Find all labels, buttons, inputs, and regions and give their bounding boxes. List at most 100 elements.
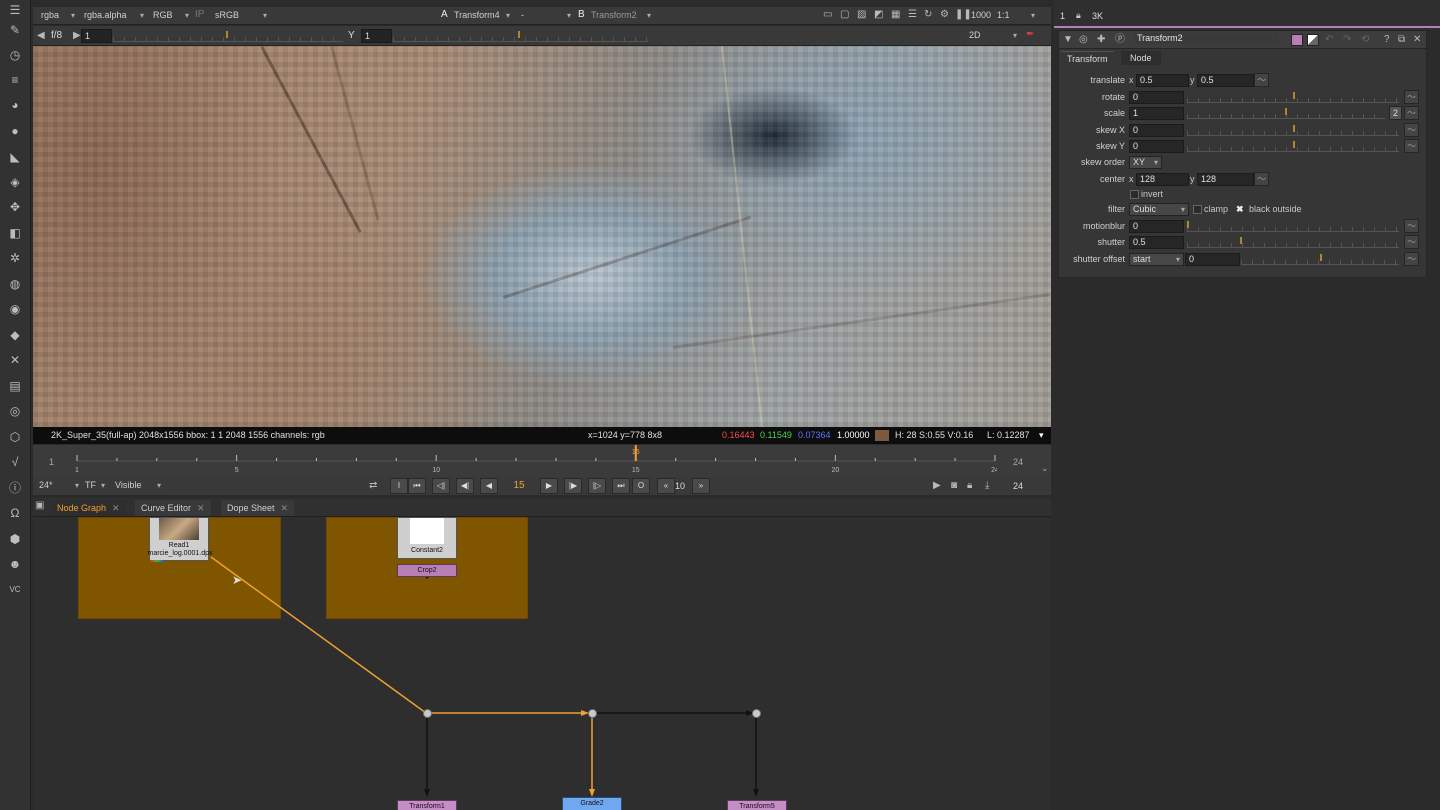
mask-icon[interactable]: ☻ [7,556,23,572]
gain-input[interactable]: 1 [81,29,112,43]
timeline-start[interactable]: 1 [49,457,54,467]
color-picker-icon[interactable]: ✒ [1026,29,1034,41]
time-icon[interactable]: ◷ [7,47,23,63]
compare-op-dropdown[interactable]: - [517,9,573,22]
scale-input[interactable]: 1 [1129,107,1184,120]
settings-icon[interactable]: ⚙ [940,9,949,21]
channels-dropdown[interactable]: rgba [37,9,77,22]
next-frame-button[interactable]: |▶ [564,478,582,494]
crop2-node[interactable]: Crop2 [397,564,457,577]
motionblur-slider[interactable] [1187,218,1399,232]
motionblur-curve-icon[interactable]: 〜 [1404,219,1419,233]
node-name-input[interactable]: Transform2 [1134,33,1279,44]
timeline-menu-icon[interactable]: ⌄ [1041,463,1049,474]
node-graph-canvas[interactable]: Read1 marcie_log.0001.dpx Constant2 Crop… [33,517,1051,810]
skew-x-curve-icon[interactable]: 〜 [1404,123,1419,137]
shutter-offset-input[interactable]: 0 [1185,253,1240,266]
info-dropdown-icon[interactable]: ▾ [1039,427,1044,444]
translate-x-input[interactable]: 0.5 [1136,74,1189,87]
center-curve-icon[interactable]: 〜 [1254,172,1269,186]
lock-icon[interactable]: 🔒︎ [967,480,972,492]
scale-slider[interactable] [1187,105,1385,119]
help-icon[interactable]: ? [1384,34,1390,46]
fstop-prev-icon[interactable]: ◀ [37,30,45,42]
zoom-dropdown[interactable]: 1:1 [993,9,1037,22]
prev-keyframe-button[interactable]: ◁| [432,478,450,494]
redo-icon[interactable]: ↷ [1343,34,1351,46]
vc-icon[interactable]: VC [7,582,23,598]
furnace-icon[interactable]: ◎ [7,403,23,419]
gamma-slider[interactable] [393,28,648,42]
step-back-button[interactable]: « [657,478,675,494]
info-icon[interactable]: ⓘ [7,480,23,496]
transform-icon[interactable]: ✥ [7,199,23,215]
lut-icon[interactable]: ☰ [908,9,917,21]
shutter-offset-dropdown[interactable]: start [1129,253,1184,266]
3d-icon[interactable]: ◧ [7,225,23,241]
shutter-offset-curve-icon[interactable]: 〜 [1404,252,1419,266]
colorspace-dropdown[interactable]: sRGB [211,9,269,22]
tab-dope-sheet[interactable]: Dope Sheet ✕ [221,500,295,516]
hex-icon[interactable]: ⬢ [7,531,23,547]
next-keyframe-button[interactable]: |▷ [588,478,606,494]
color-icon[interactable]: ◕ [7,97,23,113]
grade2-node[interactable]: Grade2 [562,797,622,810]
guides-icon[interactable]: ▦ [891,9,900,21]
current-frame-input[interactable]: 15 [505,478,533,493]
alpha-dropdown[interactable]: rgba.alpha [80,9,146,22]
constant2-node[interactable]: Constant2 [397,517,457,559]
translate-y-input[interactable]: 0.5 [1197,74,1254,87]
scale-split-button[interactable]: 2 [1389,106,1402,120]
float-icon[interactable]: ⧉ [1398,34,1405,46]
last-frame-button[interactable]: ⏭ [612,478,630,494]
fps-dropdown[interactable]: 24* [35,479,81,492]
toolsets-icon[interactable]: ✕ [7,352,23,368]
scale-curve-icon[interactable]: 〜 [1404,106,1419,120]
tile-color-button[interactable] [1291,34,1303,46]
max-panels-input[interactable]: 1 [1060,11,1065,21]
close-icon[interactable]: ✕ [197,503,205,513]
transform1-node[interactable]: Transform1 [397,800,457,810]
tab-curve-editor[interactable]: Curve Editor ✕ [135,500,211,516]
dot-node[interactable] [752,709,761,718]
deep-icon[interactable]: ◍ [7,276,23,292]
ip-button[interactable]: IP [195,9,204,21]
lock-icon[interactable]: 🔒︎ [1076,10,1081,21]
ocula-icon[interactable]: ⬡ [7,429,23,445]
timeline-end[interactable]: 24 [1013,457,1023,467]
skew-y-curve-icon[interactable]: 〜 [1404,139,1419,153]
first-frame-button[interactable]: ⏮ [408,478,426,494]
timeline-ruler[interactable]: 1 5 10 15 20 24 15 [75,445,997,477]
read1-node[interactable]: Read1 marcie_log.0001.dpx [148,517,213,562]
skew-order-dropdown[interactable]: XY [1129,156,1162,169]
panel-menu-icon[interactable]: ▣ [35,500,44,512]
step-forward-button[interactable]: » [692,478,710,494]
play-backward-button[interactable]: ◀ [480,478,498,494]
particles-icon[interactable]: ✲ [7,250,23,266]
fstop-next-icon[interactable]: ▶ [73,30,81,42]
out-point-button[interactable]: O [632,478,650,494]
center-y-input[interactable]: 128 [1197,173,1254,186]
filter-icon[interactable]: ● [7,123,23,139]
filter-dropdown[interactable]: Cubic [1129,203,1189,216]
views-icon[interactable]: ◉ [7,301,23,317]
dot-node[interactable] [423,709,432,718]
rotate-slider[interactable] [1187,89,1399,103]
overlay-icon[interactable]: ◩ [874,9,883,21]
record-icon[interactable]: ◙ [951,480,957,492]
shutter-offset-slider[interactable] [1241,251,1399,265]
skew-y-slider[interactable] [1187,138,1399,152]
skew-x-slider[interactable] [1187,122,1399,136]
skew-x-input[interactable]: 0 [1129,124,1184,137]
in-point-button[interactable]: I [390,478,408,494]
tab-transform[interactable]: Transform [1061,51,1114,66]
play-forward-button[interactable]: ▶ [540,478,558,494]
tf-dropdown[interactable]: TF [81,479,107,492]
metadata-icon[interactable]: ◆ [7,327,23,343]
draw-icon[interactable]: ✎ [7,22,23,38]
gl-color-button[interactable] [1307,34,1319,46]
disable-icon[interactable]: ◎ [1079,34,1088,46]
shutter-curve-icon[interactable]: 〜 [1404,235,1419,249]
motionblur-input[interactable]: 0 [1129,220,1184,233]
invert-checkbox[interactable] [1130,190,1139,199]
